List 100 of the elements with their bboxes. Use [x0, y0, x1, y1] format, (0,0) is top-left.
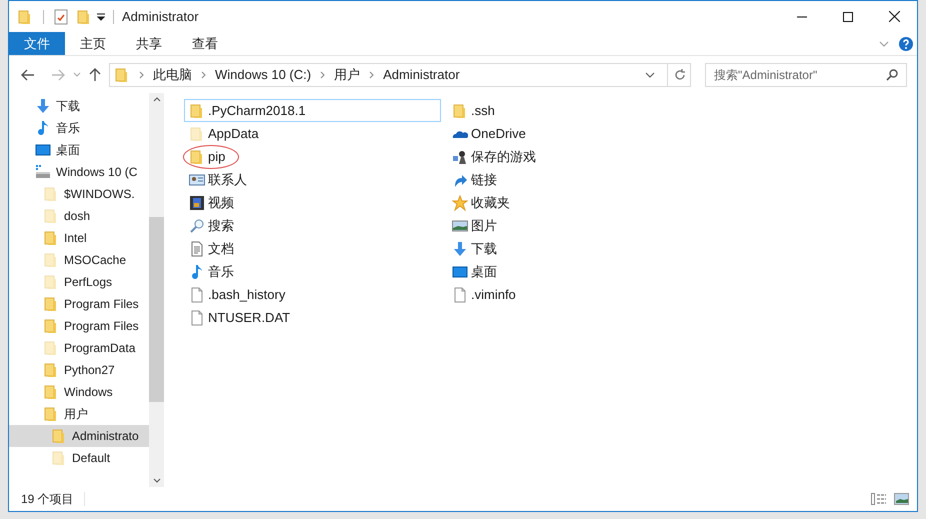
file-name: 联系人	[208, 170, 247, 189]
window-title: Administrator	[122, 8, 199, 26]
tree-item-label: Windows	[64, 384, 113, 401]
tree-item[interactable]: Windows 10 (C	[9, 161, 149, 183]
file-item[interactable]: 音乐	[184, 260, 441, 283]
folder-icon	[43, 318, 59, 334]
tree-item[interactable]: 音乐	[9, 117, 149, 139]
search-field[interactable]: 搜索"Administrator"	[705, 62, 907, 86]
tree-item[interactable]: Default	[9, 447, 149, 469]
chevron-right-icon[interactable]	[320, 70, 326, 78]
tree-item-label: Windows 10 (C	[56, 164, 138, 181]
address-bar[interactable]: 此电脑 Windows 10 (C:) 用户 Administrator	[109, 62, 691, 86]
tree-item[interactable]: 桌面	[9, 139, 149, 161]
file-item[interactable]: pip	[184, 145, 441, 168]
file-item[interactable]: 桌面	[447, 260, 647, 283]
up-arrow-icon[interactable]	[89, 68, 101, 82]
tree-item[interactable]: ProgramData	[9, 337, 149, 359]
desktop-icon	[452, 264, 468, 280]
tree-item[interactable]: Administrato	[9, 425, 149, 447]
search-input[interactable]: 搜索"Administrator"	[714, 66, 886, 84]
tree-item[interactable]: MSOCache	[9, 249, 149, 271]
file-item[interactable]: .bash_history	[184, 283, 441, 306]
magnifier-icon	[189, 218, 205, 234]
folder-icon	[43, 230, 59, 246]
tree-item[interactable]: 下载	[9, 95, 149, 117]
file-item[interactable]: 收藏夹	[447, 191, 647, 214]
breadcrumb-item[interactable]: Administrator	[383, 64, 460, 84]
blank-file-icon	[189, 286, 205, 302]
properties-icon[interactable]	[54, 8, 68, 24]
annotation-circle	[183, 145, 239, 169]
file-item[interactable]: 搜索	[184, 214, 441, 237]
close-icon	[888, 11, 900, 22]
file-item[interactable]: AppData	[184, 122, 441, 145]
refresh-icon[interactable]	[674, 68, 686, 80]
tree-item[interactable]: Python27	[9, 359, 149, 381]
back-arrow-icon[interactable]	[21, 68, 35, 80]
scrollbar-thumb[interactable]	[149, 217, 164, 402]
large-icons-view-icon[interactable]	[894, 493, 909, 505]
file-name: 下载	[471, 240, 497, 258]
tree-item-label: 下载	[56, 98, 80, 115]
tree-item-label: MSOCache	[64, 252, 126, 269]
breadcrumb-item[interactable]: 此电脑	[153, 64, 192, 84]
file-item[interactable]: .viminfo	[447, 283, 647, 306]
ribbon-tab[interactable]: 主页	[65, 32, 121, 55]
folder-icon	[43, 208, 59, 224]
drive-icon	[35, 164, 51, 180]
help-icon[interactable]	[899, 36, 913, 50]
tree-item[interactable]: Intel	[9, 227, 149, 249]
breadcrumb-item[interactable]: Windows 10 (C:)	[215, 64, 312, 84]
tree-item-label: dosh	[64, 208, 90, 225]
tree-item[interactable]: Program Files	[9, 293, 149, 315]
tree-item[interactable]: Windows	[9, 381, 149, 403]
ribbon-tab[interactable]: 文件	[9, 32, 65, 55]
file-name: OneDrive	[471, 124, 526, 143]
tree-item[interactable]: dosh	[9, 205, 149, 227]
file-item[interactable]: .ssh	[447, 99, 647, 122]
breadcrumb-item[interactable]: 用户	[334, 64, 360, 84]
search-icon[interactable]	[886, 68, 898, 80]
scroll-down-icon[interactable]	[152, 478, 160, 483]
file-item[interactable]: 下载	[447, 237, 647, 260]
ribbon-tab[interactable]: 查看	[177, 32, 233, 55]
file-name: 图片	[471, 216, 497, 235]
ribbon-tab[interactable]: 共享	[121, 32, 177, 55]
folder-icon	[43, 406, 59, 422]
folder-icon	[43, 340, 59, 356]
chevron-right-icon[interactable]	[369, 70, 374, 78]
tree-item-label: 音乐	[56, 120, 80, 137]
folder-icon	[189, 126, 205, 142]
details-view-icon[interactable]	[871, 493, 887, 505]
file-name: .viminfo	[471, 286, 516, 304]
folder-icon	[452, 102, 468, 118]
folder-icon	[43, 252, 59, 268]
file-item[interactable]: NTUSER.DAT	[184, 306, 441, 329]
folder-icon	[51, 450, 67, 466]
file-name: pip	[208, 148, 226, 166]
tree-item[interactable]: 用户	[9, 403, 149, 425]
maximize-icon	[843, 12, 853, 22]
file-name: AppData	[208, 124, 259, 143]
file-item[interactable]: .PyCharm2018.1	[184, 99, 441, 122]
blank-file-icon	[452, 286, 468, 302]
dropdown-icon[interactable]	[97, 12, 105, 20]
folder-icon	[43, 274, 59, 290]
tree-item[interactable]: Program Files	[9, 315, 149, 337]
file-name: 保存的游戏	[471, 148, 536, 166]
file-item[interactable]: 链接	[447, 168, 647, 191]
chevron-right-icon[interactable]	[139, 70, 144, 78]
file-item[interactable]: 视频	[184, 191, 441, 214]
file-item[interactable]: 保存的游戏	[447, 145, 647, 168]
scrollbar[interactable]	[149, 93, 164, 487]
chevron-right-icon[interactable]	[201, 70, 206, 78]
tree-item[interactable]: $WINDOWS.	[9, 183, 149, 205]
file-item[interactable]: 联系人	[184, 168, 441, 191]
contact-card-icon	[189, 172, 205, 188]
file-item[interactable]: OneDrive	[447, 122, 647, 145]
tree-item[interactable]: PerfLogs	[9, 271, 149, 293]
folder-icon	[114, 66, 130, 82]
file-item[interactable]: 图片	[447, 214, 647, 237]
scroll-up-icon[interactable]	[152, 97, 160, 102]
file-item[interactable]: 文档	[184, 237, 441, 260]
chevron-down-icon[interactable]	[645, 72, 655, 78]
